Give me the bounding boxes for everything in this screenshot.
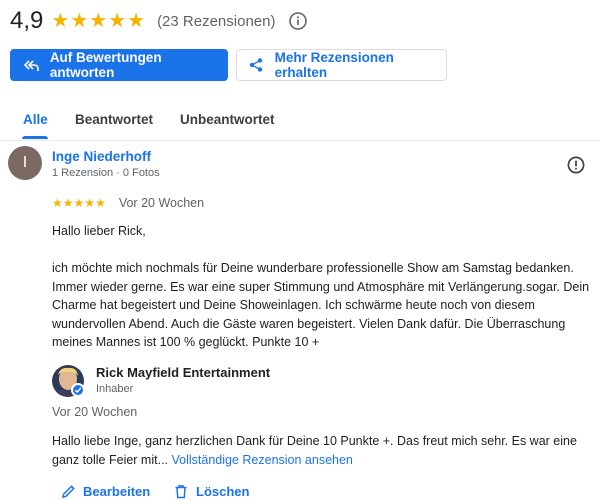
reviewer-name[interactable]: Inge Niederhoff xyxy=(52,149,151,164)
star-icon: ★ xyxy=(127,10,146,32)
active-tab-indicator xyxy=(22,136,48,139)
reply-date: Vor 20 Wochen xyxy=(52,405,138,419)
rating-value: 4,9 xyxy=(10,7,44,34)
star-icon: ★ xyxy=(52,196,63,210)
rating-stars: ★ ★ ★ ★ ★ xyxy=(51,11,145,31)
owner-avatar xyxy=(52,365,85,397)
tab-all[interactable]: Alle xyxy=(23,100,48,138)
reply-all-icon xyxy=(22,56,40,74)
review-date: Vor 20 Wochen xyxy=(118,196,205,210)
rating-summary: 4,9 ★ ★ ★ ★ ★ (23 Rezensionen) xyxy=(10,6,308,36)
star-icon: ★ xyxy=(95,196,106,210)
review-rating: ★ ★ ★ ★ ★ Vor 20 Wochen xyxy=(52,196,204,210)
star-icon: ★ xyxy=(51,10,70,32)
star-icon: ★ xyxy=(70,10,89,32)
star-icon: ★ xyxy=(62,196,74,210)
star-icon: ★ xyxy=(89,10,108,32)
owner-name: Rick Mayfield Entertainment xyxy=(96,365,271,380)
delete-label: Löschen xyxy=(196,483,250,499)
edit-label: Bearbeiten xyxy=(83,483,151,499)
star-icon: ★ xyxy=(84,196,96,210)
edit-reply-button[interactable]: Bearbeiten xyxy=(60,483,150,499)
get-more-reviews-label: Mehr Rezensionen erhalten xyxy=(274,50,394,80)
review-count: (23 Rezensionen) xyxy=(157,12,276,30)
verified-check-icon xyxy=(71,383,85,397)
reply-text: Hallo liebe Inge, ganz herzlichen Dank f… xyxy=(52,432,600,469)
pencil-icon xyxy=(60,483,76,499)
trash-icon xyxy=(173,483,189,499)
reviewer-meta: 1 Rezension · 0 Fotos xyxy=(52,167,160,179)
review-tabs: Alle Beantwortet Unbeantwortet xyxy=(0,100,600,141)
star-icon: ★ xyxy=(73,196,85,210)
tab-unanswered[interactable]: Unbeantwortet xyxy=(180,100,275,138)
info-icon[interactable] xyxy=(289,12,308,30)
owner-role: Inhaber xyxy=(96,383,134,395)
full-review-link[interactable]: Vollständige Rezension ansehen xyxy=(172,453,353,467)
star-icon: ★ xyxy=(108,10,127,32)
delete-reply-button[interactable]: Löschen xyxy=(173,483,249,499)
tab-answered[interactable]: Beantwortet xyxy=(75,100,153,138)
share-icon xyxy=(247,56,265,74)
report-icon[interactable] xyxy=(567,156,585,174)
review-text: Hallo lieber Rick, ich möchte mich nochm… xyxy=(52,224,590,349)
get-more-reviews-button[interactable]: Mehr Rezensionen erhalten xyxy=(236,49,447,81)
reviewer-avatar[interactable]: I xyxy=(8,146,42,180)
reply-to-reviews-label: Auf Bewertungen antworten xyxy=(49,50,162,80)
reply-to-reviews-button[interactable]: Auf Bewertungen antworten xyxy=(10,49,228,81)
